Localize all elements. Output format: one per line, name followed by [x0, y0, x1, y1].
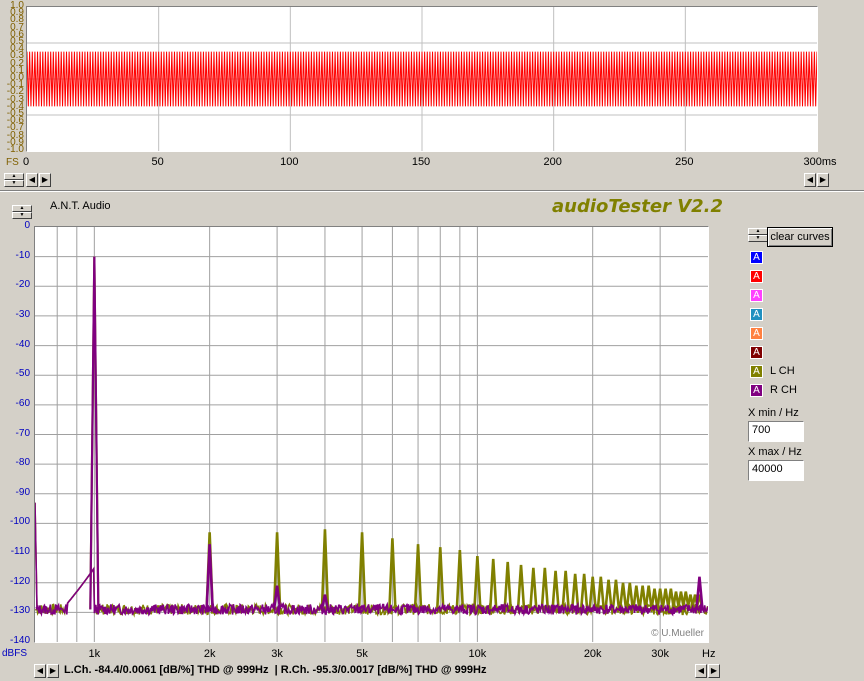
- scope-plot: [26, 6, 818, 152]
- scope-x-tick-label: 300ms: [803, 156, 837, 168]
- spectrum-y-tick-label: 0: [24, 220, 30, 231]
- scope-x-tick-label: 200: [543, 156, 562, 168]
- spectrum-x-tick-label: 2k: [203, 648, 216, 660]
- spin-down-icon[interactable]: ▼: [748, 235, 768, 242]
- spectrum-y-tick-label: -110: [10, 546, 30, 558]
- spectrum-x-scroll-right-button[interactable]: ▶: [708, 664, 720, 678]
- spectrum-y-tick-label: -120: [9, 575, 30, 587]
- curve-label: L CH: [770, 365, 795, 377]
- spectrum-x-tick-label: 5k: [356, 648, 368, 660]
- spectrum-peak-l-ch: [540, 567, 550, 610]
- spectrum-peak-r-ch: [695, 576, 704, 610]
- spectrum-y-tick-label: -70: [15, 427, 30, 439]
- spin-up-icon[interactable]: ▲: [4, 173, 24, 180]
- spectrum-y-tick-label: -90: [15, 486, 30, 498]
- scope-x-scroll-left-button[interactable]: ◀: [804, 173, 816, 187]
- spectrum-y-unit: dBFS: [2, 648, 28, 659]
- xmin-field[interactable]: 700: [748, 421, 804, 442]
- app-title: audioTester V2.2: [552, 196, 724, 217]
- curve-color-swatch[interactable]: A: [750, 346, 763, 359]
- spectrum-chart: [35, 227, 708, 642]
- spectrum-y-tick-label: -20: [15, 279, 30, 291]
- status-text: L.Ch. -84.4/0.0061 [dB/%] THD @ 999Hz | …: [64, 664, 487, 676]
- spectrum-x-tick-label: 10k: [468, 648, 487, 660]
- spectrum-peak-l-ch: [551, 570, 560, 610]
- spectrum-peak-l-ch: [596, 576, 606, 610]
- spectrum-y-tick-label: -50: [15, 368, 30, 380]
- curve-color-swatch[interactable]: A: [750, 384, 763, 397]
- curve-label: R CH: [770, 384, 797, 396]
- spectrum-peak-l-ch: [516, 564, 526, 610]
- spectrum-x-tick-label: 20k: [583, 648, 602, 660]
- spectrum-x-tick-label: 1k: [88, 648, 101, 660]
- status-scroll-left-button[interactable]: ◀: [34, 664, 46, 678]
- xmax-label: X max / Hz: [748, 446, 802, 458]
- curve-color-swatch[interactable]: A: [750, 251, 763, 264]
- spectrum-peak-l-ch: [488, 558, 498, 610]
- spectrum-y-tick-label: -140: [9, 635, 30, 646]
- scope-scroll-right-button[interactable]: ▶: [39, 173, 51, 187]
- xmax-field[interactable]: 40000: [748, 460, 804, 481]
- scope-y-spinner[interactable]: ▲ ▼: [4, 173, 24, 187]
- scope-x-tick-label: 150: [411, 156, 431, 168]
- copyright-label: © U.Mueller: [651, 628, 704, 639]
- scope-y-unit: FS: [6, 157, 19, 168]
- curve-color-swatch[interactable]: A: [750, 270, 763, 283]
- scope-x-tick-label: 100: [280, 156, 299, 168]
- scope-y-tick-label: -1.0: [6, 144, 24, 155]
- spectrum-peak-l-ch: [579, 573, 589, 610]
- spectrum-y-tick-label: -10: [15, 249, 30, 261]
- scope-x-scroll-right-button[interactable]: ▶: [817, 173, 829, 187]
- spectrum-y-tick-label: -130: [9, 605, 30, 617]
- scope-scroll-left-button[interactable]: ◀: [26, 173, 38, 187]
- spectrum-x-tick-label: 3k: [271, 648, 283, 660]
- spin-down-icon[interactable]: ▼: [4, 180, 24, 187]
- spin-up-icon[interactable]: ▲: [748, 228, 768, 235]
- scope-x-tick-label: 50: [151, 156, 164, 168]
- spectrum-y-tick-label: -30: [15, 308, 30, 320]
- spectrum-y-tick-label: -40: [15, 338, 30, 350]
- spectrum-y-tick-label: -100: [9, 516, 30, 528]
- spin-down-icon[interactable]: ▼: [12, 212, 32, 219]
- spectrum-y-spinner[interactable]: ▲ ▼: [12, 205, 32, 219]
- xmin-label: X min / Hz: [748, 407, 799, 419]
- clear-curves-button[interactable]: clear curves: [767, 227, 833, 247]
- spectrum-x-scroll-left-button[interactable]: ◀: [695, 664, 707, 678]
- company-label: A.N.T. Audio: [50, 200, 111, 212]
- scope-x-tick-label: 0: [22, 156, 30, 168]
- scope-chart: [27, 7, 817, 151]
- curve-color-swatch[interactable]: A: [750, 365, 763, 378]
- spin-up-icon[interactable]: ▲: [12, 205, 32, 212]
- curve-color-swatch[interactable]: A: [750, 289, 763, 302]
- spectrum-peak-l-ch: [529, 567, 538, 610]
- spectrum-peak-l-ch: [503, 561, 513, 610]
- curve-color-swatch[interactable]: A: [750, 327, 763, 340]
- legend-spinner[interactable]: ▲ ▼: [748, 228, 768, 242]
- spectrum-x-unit: Hz: [702, 648, 716, 660]
- spectrum-peak-l-ch: [611, 579, 621, 610]
- spectrum-plot: © U.Mueller: [34, 226, 709, 643]
- scope-x-tick-label: 250: [675, 156, 694, 168]
- spectrum-x-tick-label: 30k: [651, 648, 670, 660]
- status-scroll-right-button[interactable]: ▶: [47, 664, 59, 678]
- curve-color-swatch[interactable]: A: [750, 308, 763, 321]
- pane-divider[interactable]: [0, 190, 864, 192]
- spectrum-y-tick-label: -60: [15, 397, 30, 409]
- spectrum-y-tick-label: -80: [15, 457, 30, 469]
